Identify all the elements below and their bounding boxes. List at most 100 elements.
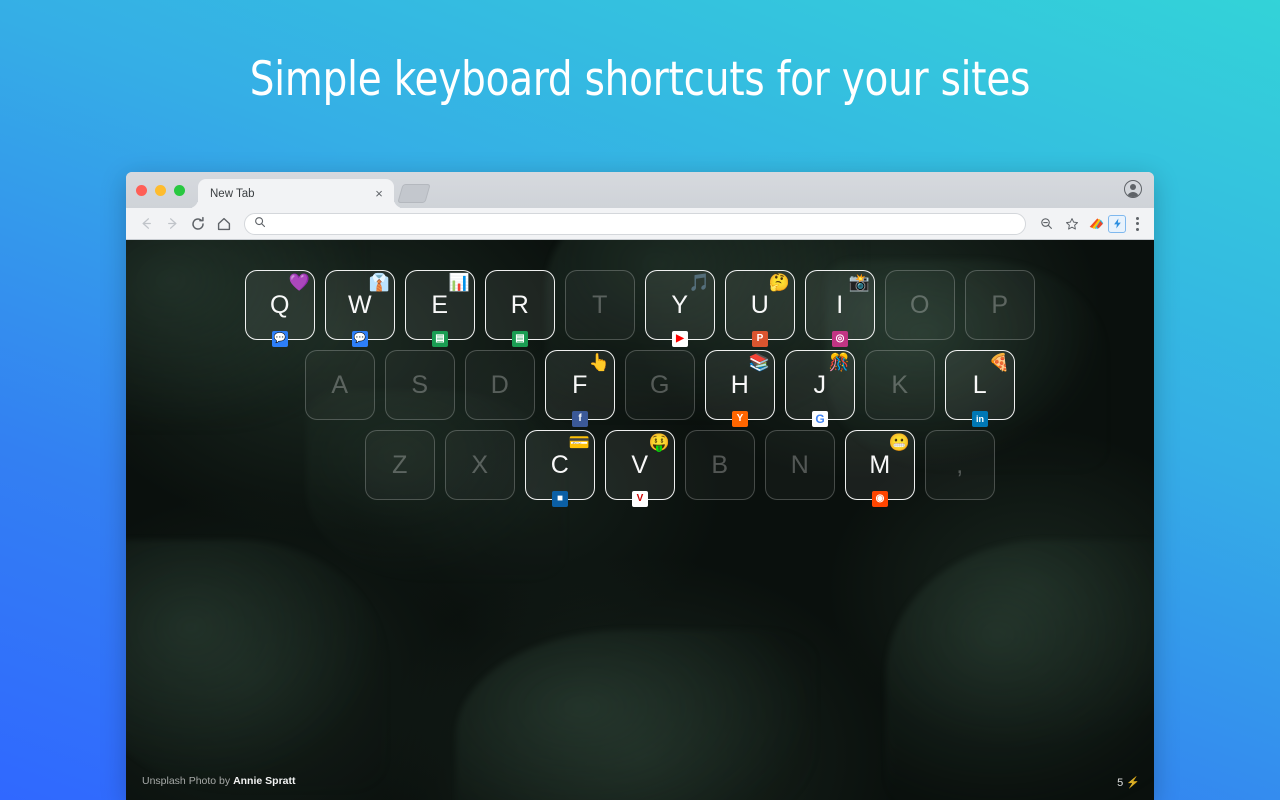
key-letter: G <box>650 370 670 399</box>
close-icon[interactable]: × <box>372 187 386 201</box>
key-o[interactable]: O <box>885 270 955 340</box>
key-m[interactable]: M 😬 ◉ <box>845 430 915 507</box>
key-letter: P <box>991 290 1009 319</box>
reddit-icon: ◉ <box>872 491 888 507</box>
key-letter: M <box>869 450 891 479</box>
lightning-icon: ⚡ <box>1126 777 1140 789</box>
key-emoji: 💜 <box>288 273 310 292</box>
key-emoji: 👔 <box>368 273 390 292</box>
key-letter: S <box>411 370 429 399</box>
key-letter: F <box>572 370 588 399</box>
key-letter: I <box>836 290 844 319</box>
key-n[interactable]: N <box>765 430 835 500</box>
key-x[interactable]: X <box>445 430 515 500</box>
keyboard-row: Z X C 💳 ■ V 🤑 V B N M 😬 ◉, <box>126 430 1154 507</box>
search-icon <box>254 215 266 233</box>
youtube-icon: ▶ <box>672 331 688 347</box>
key-b[interactable]: B <box>685 430 755 500</box>
key-emoji: 🤑 <box>648 433 670 452</box>
key-e[interactable]: E 📊 ▤ <box>405 270 475 347</box>
key-letter: Y <box>671 290 689 319</box>
key-s[interactable]: S <box>385 350 455 420</box>
reload-icon[interactable] <box>186 212 210 236</box>
shortcut-count: 5 ⚡ <box>1117 776 1140 790</box>
key-y[interactable]: Y 🎵 ▶ <box>645 270 715 347</box>
key-g[interactable]: G <box>625 350 695 420</box>
key-p[interactable]: P <box>965 270 1035 340</box>
key-emoji: 🍕 <box>988 353 1010 372</box>
hackernews-icon: Y <box>732 411 748 427</box>
back-icon[interactable] <box>134 212 158 236</box>
chat-icon: 💬 <box>352 331 368 347</box>
key-v[interactable]: V 🤑 V <box>605 430 675 507</box>
key-letter: A <box>331 370 349 399</box>
key-letter: X <box>471 450 489 479</box>
key-letter: R <box>510 290 530 319</box>
bookmark-star-icon[interactable] <box>1060 212 1084 236</box>
key-t[interactable]: T <box>565 270 635 340</box>
facebook-icon: f <box>572 411 588 427</box>
key-w[interactable]: W 👔 💬 <box>325 270 395 347</box>
key-k[interactable]: K <box>865 350 935 420</box>
maximize-window-button[interactable] <box>174 185 185 196</box>
key-emoji: 📚 <box>748 353 770 372</box>
chat-icon: 💬 <box>272 331 288 347</box>
tab-title: New Tab <box>210 187 255 200</box>
home-icon[interactable] <box>212 212 236 236</box>
key-q[interactable]: Q 💜 💬 <box>245 270 315 347</box>
key-i[interactable]: I 📸 ◎ <box>805 270 875 347</box>
new-tab-page: Q 💜 💬 W 👔 💬 E 📊 ▤ R ▤ T Y 🎵 ▶ U 🤔 P I 📸 ◎ O P A S D F 👆 f G H 📚 Y J 🎊 G K L 🍕 i… <box>126 240 1154 800</box>
address-bar[interactable] <box>244 212 1026 235</box>
sheets-icon: ▤ <box>512 331 528 347</box>
avatar[interactable] <box>1124 180 1142 198</box>
key-letter: U <box>750 290 770 319</box>
key-letter: Z <box>392 450 408 479</box>
instagram-icon: ◎ <box>832 331 848 347</box>
keyboard-row: Q 💜 💬 W 👔 💬 E 📊 ▤ R ▤ T Y 🎵 ▶ U 🤔 P I 📸 ◎ O P <box>126 270 1154 347</box>
virtual-keyboard: Q 💜 💬 W 👔 💬 E 📊 ▤ R ▤ T Y 🎵 ▶ U 🤔 P I 📸 ◎ O P A S D F 👆 f G H 📚 Y J 🎊 G K L 🍕 i… <box>126 270 1154 510</box>
key-emoji: 📸 <box>848 273 870 292</box>
key-letter: K <box>891 370 909 399</box>
key-letter: T <box>592 290 608 319</box>
window-controls <box>136 185 185 196</box>
google-icon: G <box>812 411 828 427</box>
key-letter: O <box>910 290 930 319</box>
key-letter: E <box>431 290 449 319</box>
key-letter: J <box>813 370 827 399</box>
extension-icon-colorful[interactable] <box>1086 214 1106 234</box>
key-j[interactable]: J 🎊 G <box>785 350 855 427</box>
key-r[interactable]: R ▤ <box>485 270 555 347</box>
tab-new-tab[interactable]: New Tab × <box>198 179 394 208</box>
browser-window: New Tab × Q 💜 💬 W 👔 💬 E 📊 ▤ R ▤ T Y 🎵 ▶ … <box>126 172 1154 800</box>
close-window-button[interactable] <box>136 185 147 196</box>
browser-menu-icon[interactable] <box>1128 216 1146 231</box>
new-tab-button[interactable] <box>397 184 431 203</box>
key-emoji: 📊 <box>448 273 470 292</box>
key-comma[interactable]: , <box>925 430 995 500</box>
chase-icon: ■ <box>552 491 568 507</box>
photo-credit: Unsplash Photo by Annie Spratt <box>142 775 295 787</box>
key-f[interactable]: F 👆 f <box>545 350 615 427</box>
key-c[interactable]: C 💳 ■ <box>525 430 595 507</box>
photo-credit-prefix: Unsplash Photo by <box>142 775 234 787</box>
zoom-out-icon[interactable] <box>1034 212 1058 236</box>
key-l[interactable]: L 🍕 in <box>945 350 1015 427</box>
sheets-icon: ▤ <box>432 331 448 347</box>
photo-credit-author[interactable]: Annie Spratt <box>233 775 295 787</box>
key-letter: H <box>730 370 750 399</box>
key-emoji: 👆 <box>588 353 610 372</box>
extension-icon-shortkeys[interactable] <box>1108 214 1126 233</box>
key-letter: C <box>550 450 570 479</box>
key-h[interactable]: H 📚 Y <box>705 350 775 427</box>
minimize-window-button[interactable] <box>155 185 166 196</box>
forward-icon[interactable] <box>160 212 184 236</box>
key-d[interactable]: D <box>465 350 535 420</box>
key-u[interactable]: U 🤔 P <box>725 270 795 347</box>
key-letter: B <box>711 450 729 479</box>
vanguard-icon: V <box>632 491 648 507</box>
browser-toolbar <box>126 208 1154 240</box>
key-letter: D <box>490 370 510 399</box>
producthunt-icon: P <box>752 331 768 347</box>
key-a[interactable]: A <box>305 350 375 420</box>
key-z[interactable]: Z <box>365 430 435 500</box>
